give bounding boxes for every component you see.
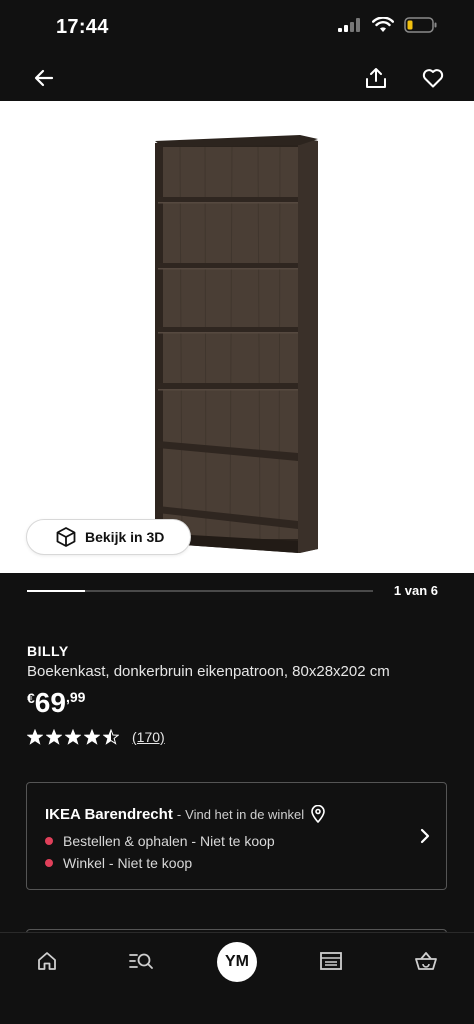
product-name: BILLY — [27, 643, 69, 659]
favorite-button[interactable] — [417, 62, 449, 94]
page-counter: 1 van 6 — [393, 583, 438, 598]
home-icon — [38, 952, 56, 970]
heart-outline-icon — [422, 69, 444, 88]
product-price: € 69 ,99 — [27, 686, 85, 720]
price-decimal: ,99 — [65, 689, 86, 705]
store-name: IKEA Barendrecht — [45, 805, 173, 823]
carousel-progress-fill — [27, 590, 85, 592]
price-integer: 69 — [34, 687, 66, 718]
wifi-icon — [372, 17, 394, 32]
location-pin-icon — [311, 805, 325, 823]
carousel-progress-track — [27, 590, 373, 592]
basket-icon — [415, 952, 437, 970]
status-bar: 17:44 — [0, 0, 474, 56]
share-icon — [366, 68, 386, 88]
product-image-gallery[interactable]: Bekijk in 3D — [0, 101, 474, 573]
availability-row: Bestellen & ophalen - Niet te koop — [45, 833, 275, 849]
star-icon — [46, 729, 62, 745]
arrow-left-icon — [34, 69, 54, 87]
nav-stores[interactable] — [311, 945, 351, 977]
cellular-signal-icon — [338, 18, 360, 32]
app-header — [0, 56, 474, 101]
rating-stars — [27, 729, 119, 745]
price-currency: € — [27, 690, 35, 706]
cube-3d-icon — [56, 527, 76, 547]
profile-avatar[interactable]: YM — [217, 942, 257, 982]
star-icon — [103, 729, 119, 745]
store-availability-card[interactable]: IKEA Barendrecht - Vind het in de winkel… — [26, 782, 447, 890]
bottom-navigation: YM — [0, 932, 474, 1024]
review-count-link[interactable]: (170) — [132, 729, 165, 745]
status-dot — [45, 837, 53, 845]
share-button[interactable] — [360, 62, 392, 94]
nav-basket[interactable] — [406, 945, 446, 977]
view-in-3d-label: Bekijk in 3D — [85, 529, 165, 545]
status-icons — [338, 17, 438, 33]
status-time: 17:44 — [56, 16, 109, 38]
store-find-text: Vind het in de winkel — [185, 806, 305, 822]
availability-row: Winkel - Niet te koop — [45, 855, 192, 871]
carousel-indicator: 1 van 6 — [0, 573, 474, 609]
star-icon — [84, 729, 100, 745]
star-icon — [27, 729, 43, 745]
product-description: Boekenkast, donkerbruin eikenpatroon, 80… — [27, 663, 390, 680]
product-rating[interactable]: (170) — [27, 729, 165, 745]
status-dot — [45, 859, 53, 867]
view-in-3d-button[interactable]: Bekijk in 3D — [26, 519, 191, 555]
chevron-right-icon — [420, 828, 430, 844]
bookcase-image — [155, 135, 318, 553]
battery-icon — [404, 17, 437, 33]
nav-home[interactable] — [27, 945, 67, 977]
store-icon — [320, 952, 342, 970]
search-list-icon — [129, 953, 153, 969]
availability-text: Winkel - Niet te koop — [63, 855, 193, 871]
back-button[interactable] — [28, 62, 60, 94]
star-icon — [65, 729, 81, 745]
store-title-row: IKEA Barendrecht - Vind het in de winkel — [45, 805, 326, 823]
availability-text: Bestellen & ophalen - Niet te koop — [63, 833, 275, 849]
nav-search[interactable] — [121, 945, 161, 977]
store-separator: - — [176, 806, 182, 822]
